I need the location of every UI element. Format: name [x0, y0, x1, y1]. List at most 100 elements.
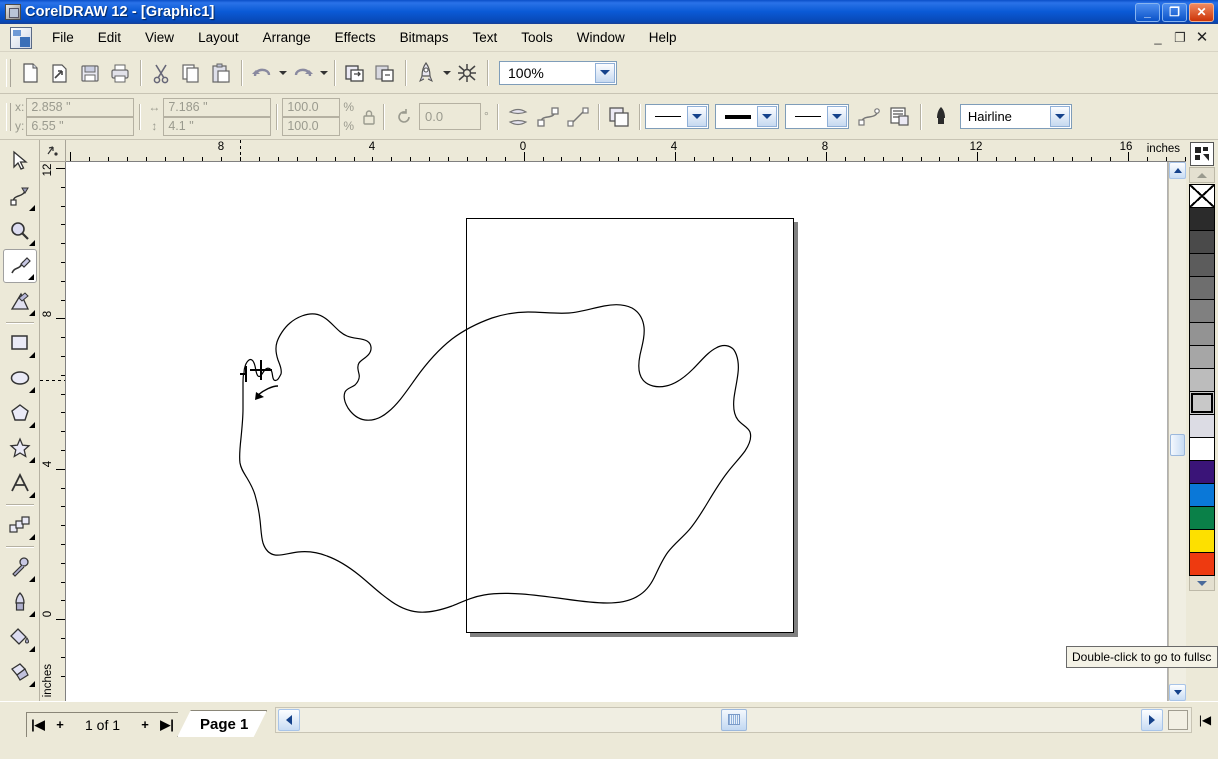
outline-pen-icon[interactable]	[926, 102, 956, 132]
menu-window[interactable]: Window	[565, 26, 637, 49]
flyout-triangle-icon[interactable]	[28, 457, 35, 463]
document-restore-button[interactable]: ❐	[1172, 30, 1188, 46]
scroll-left-button[interactable]	[278, 708, 301, 731]
drawing-canvas[interactable]	[66, 162, 1168, 701]
menu-file[interactable]: File	[40, 26, 86, 49]
paste-button[interactable]	[206, 58, 236, 88]
menu-tools[interactable]: Tools	[509, 26, 565, 49]
swatch-gray-80[interactable]	[1189, 253, 1215, 277]
palette-scroll-down-button[interactable]	[1189, 575, 1215, 591]
freehand-tool[interactable]	[2, 249, 37, 283]
x-position-field[interactable]: 2.858 "	[26, 97, 135, 117]
swatch-gray-20[interactable]	[1189, 391, 1215, 415]
swatch-gray-60[interactable]	[1189, 299, 1215, 323]
text-tool[interactable]	[3, 466, 37, 500]
swatch-red[interactable]	[1189, 552, 1215, 576]
smart-drawing-tool[interactable]	[3, 284, 37, 318]
swatch-gray-30[interactable]	[1189, 368, 1215, 392]
flyout-triangle-icon[interactable]	[28, 240, 35, 246]
pick-tool[interactable]	[3, 144, 37, 178]
horizontal-scrollbar[interactable]	[275, 706, 1192, 733]
property-bar-grip[interactable]	[6, 102, 11, 131]
scroll-up-button[interactable]	[1169, 162, 1186, 179]
vertical-scroll-thumb[interactable]	[1170, 434, 1185, 456]
start-arrowhead-combobox[interactable]	[644, 104, 709, 129]
close-button[interactable]: ✕	[1189, 2, 1214, 22]
flyout-triangle-icon[interactable]	[28, 352, 35, 358]
polygon-tool[interactable]	[3, 396, 37, 430]
open-document-button[interactable]	[45, 58, 75, 88]
flyout-triangle-icon[interactable]	[28, 492, 35, 498]
minimize-button[interactable]: _	[1135, 2, 1160, 22]
menu-arrange[interactable]: Arrange	[251, 26, 323, 49]
swatch-black[interactable]	[1189, 207, 1215, 231]
export-button[interactable]	[370, 58, 400, 88]
first-page-button[interactable]: |◀	[27, 713, 49, 737]
page-tab-page-1[interactable]: Page 1	[177, 710, 267, 738]
line-segment-button[interactable]	[563, 102, 593, 132]
flyout-triangle-icon[interactable]	[27, 274, 34, 280]
outline-width-dropdown-arrow[interactable]	[1049, 106, 1070, 127]
add-page-left-button[interactable]: +	[49, 713, 71, 737]
pagebar-end-button[interactable]: |◀	[1192, 713, 1218, 727]
swatch-gray-40[interactable]	[1189, 345, 1215, 369]
menu-view[interactable]: View	[133, 26, 186, 49]
palette-scroll-up-button[interactable]	[1189, 167, 1215, 183]
scale-vertical-field[interactable]: 100.0	[282, 116, 341, 136]
line-style-dropdown-arrow[interactable]	[756, 106, 777, 127]
vertical-scrollbar[interactable]	[1168, 162, 1186, 701]
document-close-button[interactable]: ✕	[1194, 30, 1210, 46]
horizontal-ruler[interactable]: 8 4 0 4 8 12 16 inches	[66, 140, 1186, 162]
swatch-yellow[interactable]	[1189, 529, 1215, 553]
shape-tool[interactable]	[3, 179, 37, 213]
flyout-triangle-icon[interactable]	[28, 422, 35, 428]
menu-layout[interactable]: Layout	[186, 26, 251, 49]
swatch-gray-90[interactable]	[1189, 230, 1215, 254]
scale-horizontal-field[interactable]: 100.0	[282, 97, 341, 117]
ruler-origin-button[interactable]	[40, 140, 66, 162]
width-field[interactable]: 7.186 "	[163, 97, 272, 117]
save-document-button[interactable]	[75, 58, 105, 88]
copy-button[interactable]	[176, 58, 206, 88]
outline-properties-button[interactable]	[855, 102, 885, 132]
document-icon[interactable]	[10, 26, 32, 49]
rotation-angle-field[interactable]: 0.0	[419, 103, 482, 130]
height-field[interactable]: 4.1 "	[163, 116, 272, 136]
swatch-no-color[interactable]	[1189, 184, 1215, 208]
maximize-button[interactable]: ❐	[1162, 2, 1187, 22]
horizontal-guideline[interactable]	[40, 380, 65, 381]
import-button[interactable]	[340, 58, 370, 88]
flyout-triangle-icon[interactable]	[28, 205, 35, 211]
menu-help[interactable]: Help	[637, 26, 689, 49]
swatch-blue[interactable]	[1189, 483, 1215, 507]
flyout-triangle-icon[interactable]	[28, 534, 35, 540]
end-arrowhead-combobox[interactable]	[784, 104, 849, 129]
horizontal-scroll-thumb[interactable]	[720, 708, 747, 731]
eyedropper-tool[interactable]	[3, 550, 37, 584]
text-format-button[interactable]	[885, 102, 915, 132]
flyout-triangle-icon[interactable]	[28, 576, 35, 582]
line-style-combobox[interactable]	[714, 104, 779, 129]
interactive-fill-tool[interactable]	[3, 655, 37, 689]
flyout-triangle-icon[interactable]	[28, 611, 35, 617]
palette-options-button[interactable]	[1190, 142, 1214, 166]
flyout-triangle-icon[interactable]	[28, 681, 35, 687]
menu-text[interactable]: Text	[460, 26, 509, 49]
document-minimize-button[interactable]: _	[1150, 30, 1166, 46]
zoom-tool[interactable]	[3, 214, 37, 248]
menu-edit[interactable]: Edit	[86, 26, 133, 49]
swatch-gray-10[interactable]	[1189, 414, 1215, 438]
fill-tool[interactable]	[3, 620, 37, 654]
scroll-right-button[interactable]	[1141, 708, 1163, 731]
mirror-horizontal-button[interactable]	[503, 102, 533, 132]
corel-online-button[interactable]	[452, 58, 482, 88]
print-button[interactable]	[105, 58, 135, 88]
undo-button[interactable]	[247, 58, 277, 88]
end-arrowhead-dropdown-arrow[interactable]	[826, 106, 847, 127]
scrollbar-corner-box[interactable]	[1168, 709, 1188, 730]
menu-bitmaps[interactable]: Bitmaps	[388, 26, 461, 49]
menu-effects[interactable]: Effects	[323, 26, 388, 49]
swatch-dark-purple[interactable]	[1189, 460, 1215, 484]
add-page-right-button[interactable]: +	[134, 713, 156, 737]
cut-button[interactable]	[146, 58, 176, 88]
